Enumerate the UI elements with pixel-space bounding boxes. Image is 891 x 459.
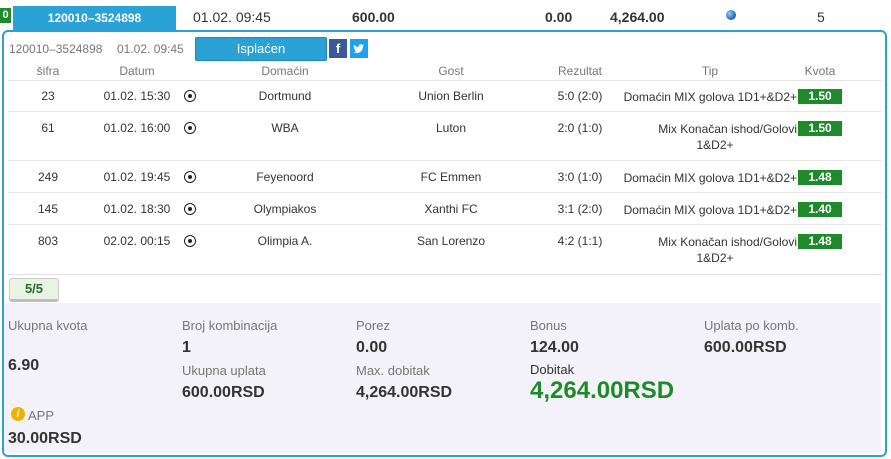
combinations-value: 1 <box>182 339 191 356</box>
header-odds: Kvota <box>804 64 836 78</box>
status-badge: 0 <box>0 8 11 23</box>
soccer-ball-icon <box>184 203 196 215</box>
panel-ticket-date: 01.02. 09:45 <box>117 42 184 56</box>
per-combination-label: Uplata po komb. <box>704 318 799 333</box>
row-date: 02.02. 00:15 <box>103 234 171 248</box>
row-tip: Domaćin MIX golova 1D1+&D2+ <box>623 90 797 104</box>
row-date: 01.02. 15:30 <box>103 89 171 103</box>
row-tip: Mix Konačan ishod/Golovi <box>658 122 797 136</box>
row-odds: 1.48 <box>798 234 842 249</box>
tax-label: Porez <box>356 318 390 333</box>
row-odds: 1.40 <box>798 202 842 217</box>
row-divider <box>8 192 882 193</box>
row-odds: 1.48 <box>798 170 842 185</box>
row-odds: 1.50 <box>798 121 842 136</box>
globe-icon <box>726 10 736 20</box>
header-away: Gost <box>438 64 464 78</box>
row-home: Feyenoord <box>256 170 314 184</box>
row-tip-continued: 1&D2+ <box>696 251 734 265</box>
header-divider <box>8 80 882 81</box>
win-value: 4,264.00RSD <box>530 377 675 404</box>
soccer-ball-icon <box>184 171 196 183</box>
paid-status-button[interactable]: Isplaćen <box>195 37 327 61</box>
per-combination-value: 600.00RSD <box>704 339 787 356</box>
row-code: 803 <box>37 234 59 248</box>
total-stake-value: 600.00RSD <box>182 384 265 401</box>
header-home: Domaćin <box>261 64 309 78</box>
header-code: šifra <box>36 64 60 78</box>
row-away: San Lorenzo <box>416 234 486 248</box>
row-date: 01.02. 16:00 <box>103 121 171 135</box>
ticket-count: 5 <box>817 9 825 25</box>
row-odds: 1.50 <box>798 89 842 104</box>
row-tip: Domaćin MIX golova 1D1+&D2+ <box>623 203 797 217</box>
row-home: Dortmund <box>258 89 312 103</box>
row-code: 249 <box>37 170 59 184</box>
table-bottom-divider <box>8 274 882 275</box>
panel-ticket-id: 120010–3524898 <box>9 42 103 56</box>
facebook-icon[interactable]: f <box>329 39 347 58</box>
bonus-value: 124.00 <box>530 339 579 356</box>
row-code: 61 <box>41 121 55 135</box>
twitter-icon[interactable] <box>350 39 368 58</box>
row-code: 145 <box>37 202 59 216</box>
row-home: WBA <box>271 121 299 135</box>
ticket-stake: 600.00 <box>352 9 395 25</box>
combinations-label: Broj kombinacija <box>182 318 278 333</box>
app-label: APP <box>28 408 55 423</box>
row-away: FC Emmen <box>420 170 482 184</box>
row-away: Union Berlin <box>418 89 484 103</box>
win-label: Dobitak <box>530 362 575 377</box>
row-date: 01.02. 18:30 <box>103 202 171 216</box>
row-divider <box>8 160 882 161</box>
row-date: 01.02. 19:45 <box>103 170 171 184</box>
row-code: 23 <box>41 89 55 103</box>
row-away: Luton <box>435 121 467 135</box>
ticket-payout: 4,264.00 <box>610 9 665 25</box>
soccer-ball-icon <box>184 235 196 247</box>
app-value: 30.00RSD <box>8 430 82 447</box>
row-tip-continued: 1&D2+ <box>696 138 734 152</box>
row-divider <box>8 224 882 225</box>
tax-value: 0.00 <box>356 339 388 356</box>
soccer-ball-icon <box>184 122 196 134</box>
ticket-tax: 0.00 <box>545 9 573 25</box>
soccer-ball-icon <box>184 90 196 102</box>
max-win-label: Max. dobitak <box>356 363 430 378</box>
total-odds-value: 6.90 <box>8 357 40 374</box>
row-home: Olympiakos <box>253 202 317 216</box>
row-tip: Mix Konačan ishod/Golovi <box>658 235 797 249</box>
row-tip: Domaćin MIX golova 1D1+&D2+ <box>623 171 797 185</box>
max-win-value: 4,264.00RSD <box>356 384 453 401</box>
info-icon[interactable]: i <box>11 407 25 421</box>
header-date: Datum <box>119 64 155 78</box>
ticket-id-tab[interactable]: 120010–3524898 <box>13 6 176 30</box>
total-odds-label: Ukupna kvota <box>8 318 88 333</box>
bonus-label: Bonus <box>530 318 567 333</box>
row-divider <box>8 111 882 112</box>
header-tip: Tip <box>701 64 719 78</box>
row-away: Xanthi FC <box>424 202 478 216</box>
combination-tab[interactable]: 5/5 <box>9 278 59 302</box>
ticket-date: 01.02. 09:45 <box>193 9 271 25</box>
total-stake-label: Ukupna uplata <box>182 363 266 378</box>
header-result: Rezultat <box>557 64 603 78</box>
row-home: Olimpia A. <box>257 234 313 248</box>
